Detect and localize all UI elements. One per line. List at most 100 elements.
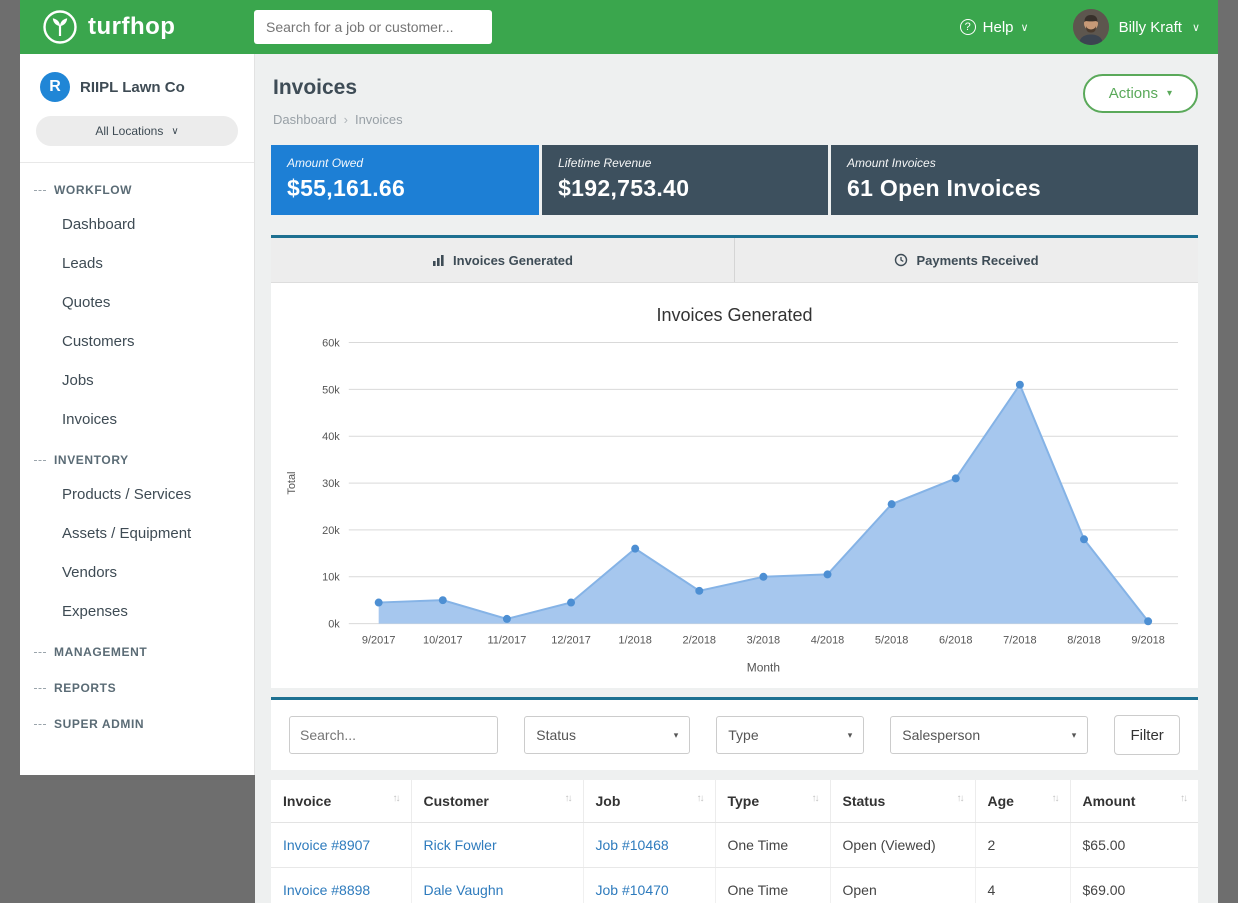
stat-label: Amount Owed [287, 156, 523, 170]
tree-dash-icon [34, 688, 46, 689]
tab-invoices-generated[interactable]: Invoices Generated [271, 238, 734, 282]
user-menu[interactable]: Billy Kraft ∨ [1073, 9, 1200, 45]
stat-card-amount-invoices: Amount Invoices61 Open Invoices [831, 145, 1198, 215]
sidebar-item-vendors[interactable]: Vendors [20, 553, 254, 592]
sort-icon[interactable]: ↑↓ [1180, 793, 1186, 804]
sidebar-section-inventory[interactable]: INVENTORY [20, 439, 254, 475]
help-menu[interactable]: ? Help ∨ [960, 19, 1029, 36]
global-search-input[interactable] [254, 10, 492, 44]
column-header-amount[interactable]: Amount↑↓ [1070, 780, 1198, 823]
sort-icon[interactable]: ↑↓ [393, 793, 399, 804]
sort-icon[interactable]: ↑↓ [565, 793, 571, 804]
org-name: RIIPL Lawn Co [80, 79, 185, 96]
invoices-generated-chart: 0k10k20k30k40k50k60k9/201710/201711/2017… [281, 328, 1188, 680]
invoices-table-panel: Invoice↑↓Customer↑↓Job↑↓Type↑↓Status↑↓Ag… [271, 780, 1198, 903]
section-label: MANAGEMENT [54, 645, 147, 659]
brand[interactable]: turfhop [42, 9, 254, 45]
svg-text:2/2018: 2/2018 [683, 635, 717, 647]
actions-button[interactable]: Actions ▾ [1083, 74, 1198, 113]
locations-wrap: All Locations ∨ [20, 102, 254, 163]
tab-label: Invoices Generated [453, 253, 573, 268]
column-header-age[interactable]: Age↑↓ [975, 780, 1070, 823]
sidebar-section-super-admin[interactable]: SUPER ADMIN [20, 703, 254, 739]
svg-text:1/2018: 1/2018 [618, 635, 652, 647]
org-selector[interactable]: R RIIPL Lawn Co [20, 72, 254, 102]
tab-payments-received[interactable]: Payments Received [734, 238, 1198, 282]
svg-text:7/2018: 7/2018 [1003, 635, 1037, 647]
sidebar-item-customers[interactable]: Customers [20, 322, 254, 361]
svg-text:Total: Total [286, 471, 298, 494]
table-header-row: Invoice↑↓Customer↑↓Job↑↓Type↑↓Status↑↓Ag… [271, 780, 1198, 823]
sidebar-item-quotes[interactable]: Quotes [20, 283, 254, 322]
column-header-job[interactable]: Job ↑↓ [583, 780, 715, 823]
chart-title: Invoices Generated [281, 305, 1188, 326]
caret-down-icon: ▾ [674, 730, 679, 741]
column-header-type[interactable]: Type↑↓ [715, 780, 830, 823]
caret-down-icon: ▾ [848, 730, 853, 741]
cell-type: One Time [715, 823, 830, 868]
column-label: Job [596, 793, 621, 809]
stat-label: Amount Invoices [847, 156, 1182, 170]
svg-text:6/2018: 6/2018 [939, 635, 973, 647]
table-row: Invoice #8907 Rick Fowler Job #10468 One Ti… [271, 823, 1198, 868]
section-label: INVENTORY [54, 453, 129, 467]
column-label: Status [843, 793, 886, 809]
topbar-right: ? Help ∨ Billy Kraft [960, 9, 1200, 45]
sidebar-item-products-services[interactable]: Products / Services [20, 475, 254, 514]
tree-dash-icon [34, 652, 46, 653]
sidebar-item-dashboard[interactable]: Dashboard [20, 205, 254, 244]
sort-icon[interactable]: ↑↓ [697, 793, 703, 804]
sort-icon[interactable]: ↑↓ [812, 793, 818, 804]
sidebar-item-jobs[interactable]: Jobs [20, 361, 254, 400]
breadcrumb-dashboard[interactable]: Dashboard [273, 112, 337, 127]
sidebar-item-invoices[interactable]: Invoices [20, 400, 254, 439]
sort-icon[interactable]: ↑↓ [957, 793, 963, 804]
sidebar-section-reports[interactable]: REPORTS [20, 667, 254, 703]
tree-dash-icon [34, 460, 46, 461]
column-header-invoice[interactable]: Invoice↑↓ [271, 780, 411, 823]
sidebar-section-management[interactable]: MANAGEMENT [20, 631, 254, 667]
cell-status: Open (Viewed) [830, 823, 975, 868]
app-window: turfhop ? Help ∨ [20, 0, 1218, 903]
sort-icon[interactable]: ↑↓ [1052, 793, 1058, 804]
sidebar-item-assets-equipment[interactable]: Assets / Equipment [20, 514, 254, 553]
cell-customer: Rick Fowler [411, 823, 583, 868]
breadcrumb-invoices: Invoices [355, 112, 403, 127]
sidebar-nav: WORKFLOWDashboardLeadsQuotesCustomersJob… [20, 163, 254, 739]
org-logo: R [40, 72, 70, 102]
invoice-link[interactable]: Invoice #8898 [283, 882, 370, 898]
chevron-down-icon: ∨ [1021, 21, 1029, 34]
invoices-table: Invoice↑↓Customer↑↓Job↑↓Type↑↓Status↑↓Ag… [271, 780, 1198, 903]
select-salesperson[interactable]: Salesperson▾ [890, 716, 1088, 754]
chevron-down-icon: ∨ [1192, 21, 1200, 34]
sidebar-item-leads[interactable]: Leads [20, 244, 254, 283]
user-name: Billy Kraft [1119, 19, 1182, 36]
job-link[interactable]: Job #10468 [596, 837, 669, 853]
column-header-customer[interactable]: Customer↑↓ [411, 780, 583, 823]
svg-text:30k: 30k [322, 478, 340, 490]
cell-amount: $65.00 [1070, 823, 1198, 868]
table-body: Invoice #8907 Rick Fowler Job #10468 One Ti… [271, 823, 1198, 903]
chart-area: Invoices Generated 0k10k20k30k40k50k60k9… [271, 283, 1198, 688]
svg-text:3/2018: 3/2018 [747, 635, 781, 647]
svg-text:Month: Month [747, 660, 780, 674]
customer-link[interactable]: Dale Vaughn [424, 882, 504, 898]
page-title: Invoices [273, 76, 1198, 100]
column-header-status[interactable]: Status ↑↓ [830, 780, 975, 823]
invoice-link[interactable]: Invoice #8907 [283, 837, 370, 853]
breadcrumb: Dashboard › Invoices [273, 112, 1198, 127]
sidebar-item-expenses[interactable]: Expenses [20, 592, 254, 631]
table-search-input[interactable] [289, 716, 498, 754]
sidebar-section-workflow[interactable]: WORKFLOW [20, 169, 254, 205]
filter-button[interactable]: Filter [1114, 715, 1180, 755]
svg-text:10k: 10k [322, 572, 340, 584]
locations-dropdown[interactable]: All Locations ∨ [36, 116, 238, 146]
customer-link[interactable]: Rick Fowler [424, 837, 497, 853]
section-label: REPORTS [54, 681, 116, 695]
job-link[interactable]: Job #10470 [596, 882, 669, 898]
select-type[interactable]: Type▾ [716, 716, 864, 754]
breadcrumb-separator: › [344, 112, 348, 127]
svg-text:20k: 20k [322, 525, 340, 537]
tree-dash-icon [34, 724, 46, 725]
select-status[interactable]: Status▾ [524, 716, 690, 754]
